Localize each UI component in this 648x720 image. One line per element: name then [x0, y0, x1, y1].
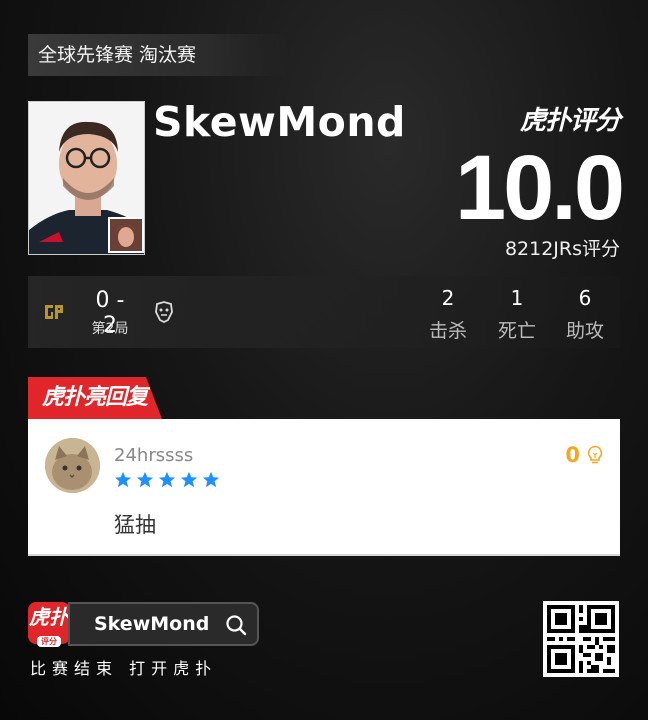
rating-score: 10.0: [454, 137, 625, 239]
app-icon-sub-text: 评分: [37, 636, 61, 647]
app-icon-main-text: 虎扑: [29, 605, 69, 629]
like-button[interactable]: 0: [565, 443, 604, 467]
kills-label: 击杀: [428, 320, 467, 342]
match-stats-bar: 0 - 2 第2局 2 击杀 1 死亡 6 助攻: [28, 276, 620, 348]
highlight-reply-tab: 虎扑亮回复: [28, 377, 162, 419]
gen-g-logo-icon: [42, 300, 66, 324]
comment-text: 猛抽: [114, 513, 156, 537]
game-number: 第2局: [91, 321, 129, 337]
qr-code-image: [547, 605, 615, 673]
rating-count: 8212JRs评分: [504, 238, 620, 260]
player-name: SkewMond: [153, 98, 406, 146]
hupu-rating-brand: 虎扑评分: [519, 106, 621, 136]
commenter-username[interactable]: 24hrssss: [114, 445, 193, 466]
deaths-label: 死亡: [497, 320, 536, 342]
rating-stars: [114, 471, 220, 489]
star-icon: [114, 471, 132, 488]
search-icon[interactable]: [225, 614, 247, 636]
qr-code: [543, 601, 619, 677]
assists-label: 助攻: [565, 320, 604, 342]
assists-value: 6: [578, 286, 592, 310]
star-icon: [136, 471, 154, 488]
champion-icon: [108, 217, 144, 253]
deaths-value: 1: [510, 286, 524, 310]
search-query[interactable]: SkewMond: [94, 613, 209, 635]
star-icon: [202, 471, 220, 488]
open-app-cta: 比赛结束 打开虎扑: [30, 659, 218, 678]
stat-deaths: 1 死亡: [487, 286, 547, 343]
lightbulb-icon[interactable]: [586, 445, 604, 465]
like-count: 0: [565, 443, 580, 467]
g2-logo-icon: [152, 300, 176, 324]
tournament-stage-label: 全球先锋赛 淘汰赛: [28, 34, 290, 76]
commenter-avatar[interactable]: [45, 438, 100, 493]
star-icon: [158, 471, 176, 488]
highlight-reply-card[interactable]: 24hrssss 猛抽 0: [28, 419, 620, 556]
hupu-app-icon[interactable]: 虎扑 评分: [28, 602, 70, 647]
stat-assists: 6 助攻: [555, 286, 615, 343]
kills-value: 2: [441, 286, 455, 310]
stat-kills: 2 击杀: [418, 286, 478, 343]
star-icon: [180, 471, 198, 488]
search-box[interactable]: SkewMond: [68, 602, 259, 646]
